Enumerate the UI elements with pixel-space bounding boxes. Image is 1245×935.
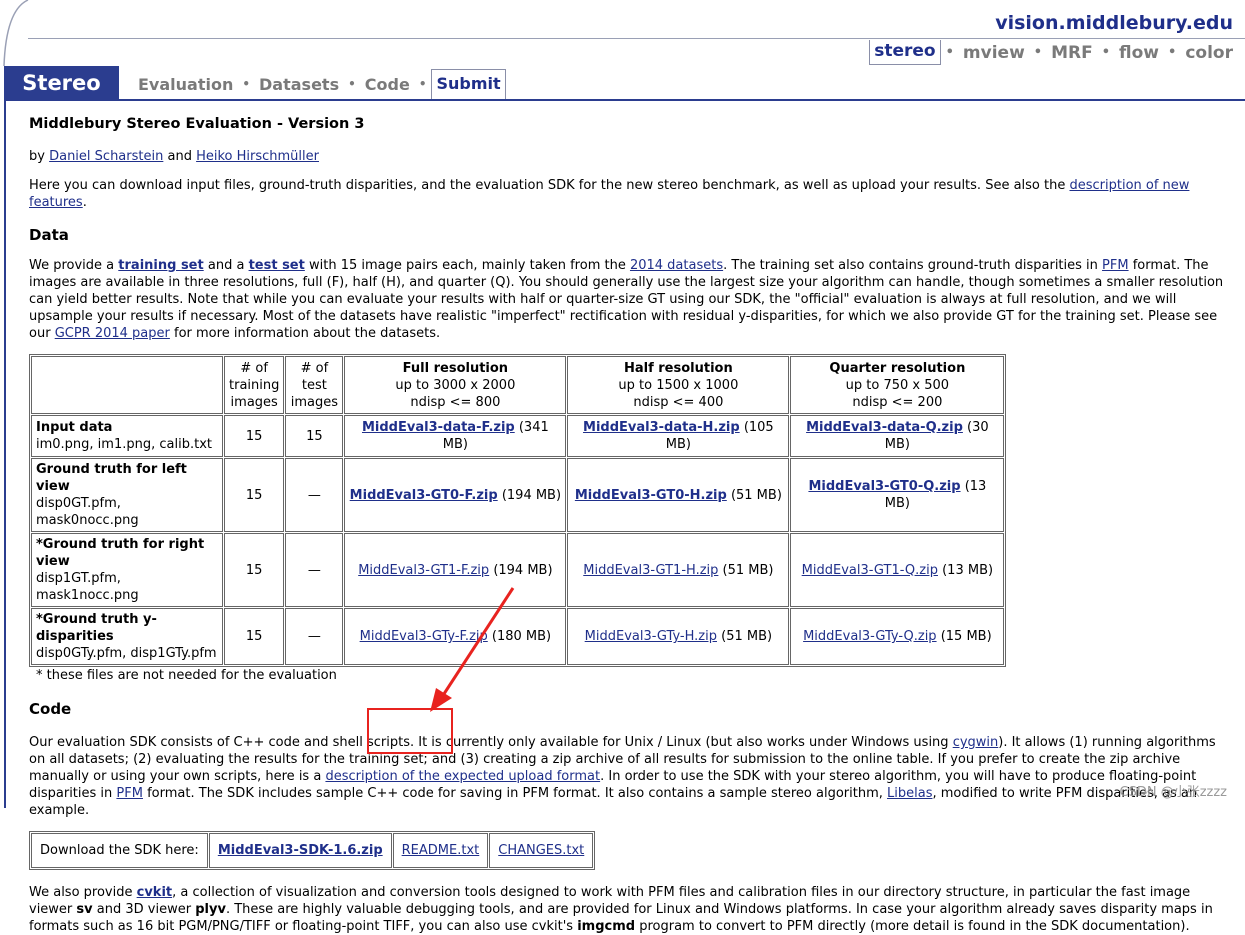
download-gty-q[interactable]: MiddEval3-GTy-Q.zip [803,629,936,644]
download-gty-h[interactable]: MiddEval3-GTy-H.zip [585,629,717,644]
download-gt0-q[interactable]: MiddEval3-GT0-Q.zip [808,479,960,494]
cygwin-link[interactable]: cygwin [953,735,999,750]
header-divider [28,38,1245,39]
window-frame-corner [3,0,29,67]
sdk-zip-link[interactable]: MiddEval3-SDK-1.6.zip [218,843,383,858]
test-count: — [285,608,344,665]
project-nav: stereo • mview • MRF • flow • color [869,40,1237,65]
table-header-blank [31,356,223,414]
main-content: Middlebury Stereo Evaluation - Version 3… [29,108,1239,935]
table-row: Input data im0.png, im1.png, calib.txt 15… [31,415,1005,457]
download-gt1-h[interactable]: MiddEval3-GT1-H.zip [583,563,718,578]
intro-paragraph: Here you can download input files, groun… [29,178,1190,210]
watermark: CSDN @小张zzzz [1119,785,1228,800]
download-gt1-q[interactable]: MiddEval3-GT1-Q.zip [802,563,938,578]
content-left-border [4,99,6,808]
nav-separator: • [242,77,251,91]
download-data-q[interactable]: MiddEval3-data-Q.zip [806,420,963,435]
project-nav-stereo[interactable]: stereo [869,40,941,65]
training-count: 15 [224,458,285,532]
project-nav-mrf[interactable]: MRF [1047,43,1097,63]
row-files: disp1GT.pfm, mask1nocc.png [36,571,139,603]
project-nav-mview[interactable]: mview [959,43,1029,63]
training-set-link[interactable]: training set [118,258,203,273]
project-nav-color[interactable]: color [1181,43,1237,63]
test-set-link[interactable]: test set [249,258,305,273]
tab-datasets[interactable]: Datasets [255,71,343,98]
download-gt1-f[interactable]: MiddEval3-GT1-F.zip [358,563,489,578]
dataset-downloads-table: # of training images # of test images Full r… [29,354,1007,667]
header-test-images: # of test images [285,356,344,414]
training-count: 15 [224,533,285,607]
readme-link[interactable]: README.txt [402,843,480,858]
header-quarter-resolution: Quarter resolution up to 750 x 500 ndisp <… [790,356,1005,414]
header-full-resolution: Full resolution up to 3000 x 2000 ndisp <=… [344,356,567,414]
upload-format-link[interactable]: description of the expected upload forma… [325,769,600,784]
project-nav-flow[interactable]: flow [1115,43,1163,63]
nav-separator: • [1168,45,1177,60]
table-header-row: # of training images # of test images Full r… [31,356,1005,414]
test-count: — [285,458,344,532]
author-link-hirschmuller[interactable]: Heiko Hirschmüller [196,149,319,164]
download-data-f[interactable]: MiddEval3-data-F.zip [362,420,515,435]
libelas-link[interactable]: Libelas [887,786,932,801]
training-count: 15 [224,415,285,457]
sdk-download-table: Download the SDK here: MiddEval3-SDK-1.6… [29,831,596,870]
gcpr-paper-link[interactable]: GCPR 2014 paper [55,326,170,341]
nav-separator: • [1033,45,1043,60]
sdk-row: Download the SDK here: MiddEval3-SDK-1.6… [31,833,594,868]
changes-link[interactable]: CHANGES.txt [498,843,584,858]
download-gt0-h[interactable]: MiddEval3-GT0-H.zip [575,488,727,503]
download-gt0-f[interactable]: MiddEval3-GT0-F.zip [350,488,498,503]
row-files: disp0GTy.pfm, disp1GTy.pfm [36,646,217,661]
site-name[interactable]: vision.middlebury.edu [995,12,1233,34]
annotation-highlight-box [367,708,453,754]
test-count: 15 [285,415,344,457]
download-data-h[interactable]: MiddEval3-data-H.zip [583,420,740,435]
nav-separator: • [348,77,356,91]
cvkit-link[interactable]: cvkit [137,885,173,900]
section-logo[interactable]: Stereo [4,66,119,99]
main-nav: Evaluation • Datasets • Code • Submit [134,69,506,99]
datasets-2014-link[interactable]: 2014 datasets [630,258,723,273]
tab-code[interactable]: Code [361,71,414,98]
authors-line: by Daniel Scharstein and Heiko Hirschmül… [29,149,319,164]
pfm-link-code[interactable]: PFM [116,786,143,801]
cvkit-paragraph: We also provide cvkit, a collection of v… [29,885,1213,934]
code-paragraph: Our evaluation SDK consists of C++ code … [29,735,1216,818]
row-title: Ground truth for left view [36,462,187,494]
row-title: *Ground truth y-disparities [36,612,157,644]
author-link-scharstein[interactable]: Daniel Scharstein [49,149,163,164]
table-row: *Ground truth y-disparities disp0GTy.pfm,… [31,608,1005,665]
table-row: Ground truth for left view disp0GT.pfm, m… [31,458,1005,532]
tab-evaluation[interactable]: Evaluation [134,71,237,98]
table-footnote: * these files are not needed for the eva… [36,668,337,683]
sdk-label: Download the SDK here: [31,833,208,868]
row-title: Input data [36,420,113,435]
pfm-link[interactable]: PFM [1102,258,1129,273]
tab-submit[interactable]: Submit [431,69,506,99]
training-count: 15 [224,608,285,665]
code-heading: Code [29,700,72,718]
row-files: im0.png, im1.png, calib.txt [36,437,212,452]
test-count: — [285,533,344,607]
nav-separator: • [418,77,427,91]
nav-separator: • [1101,45,1111,60]
data-paragraph: We provide a training set and a test set… [29,258,1224,341]
header-training-images: # of training images [224,356,285,414]
data-heading: Data [29,226,69,244]
row-title: *Ground truth for right view [36,537,205,569]
table-row: *Ground truth for right view disp1GT.pfm,… [31,533,1005,607]
page-title: Middlebury Stereo Evaluation - Version 3 [29,116,365,132]
header-half-resolution: Half resolution up to 1500 x 1000 ndisp <=… [567,356,790,414]
row-files: disp0GT.pfm, mask0nocc.png [36,496,139,528]
nav-separator: • [945,45,954,60]
download-gty-f[interactable]: MiddEval3-GTy-F.zip [360,629,488,644]
nav-divider [4,99,1245,101]
